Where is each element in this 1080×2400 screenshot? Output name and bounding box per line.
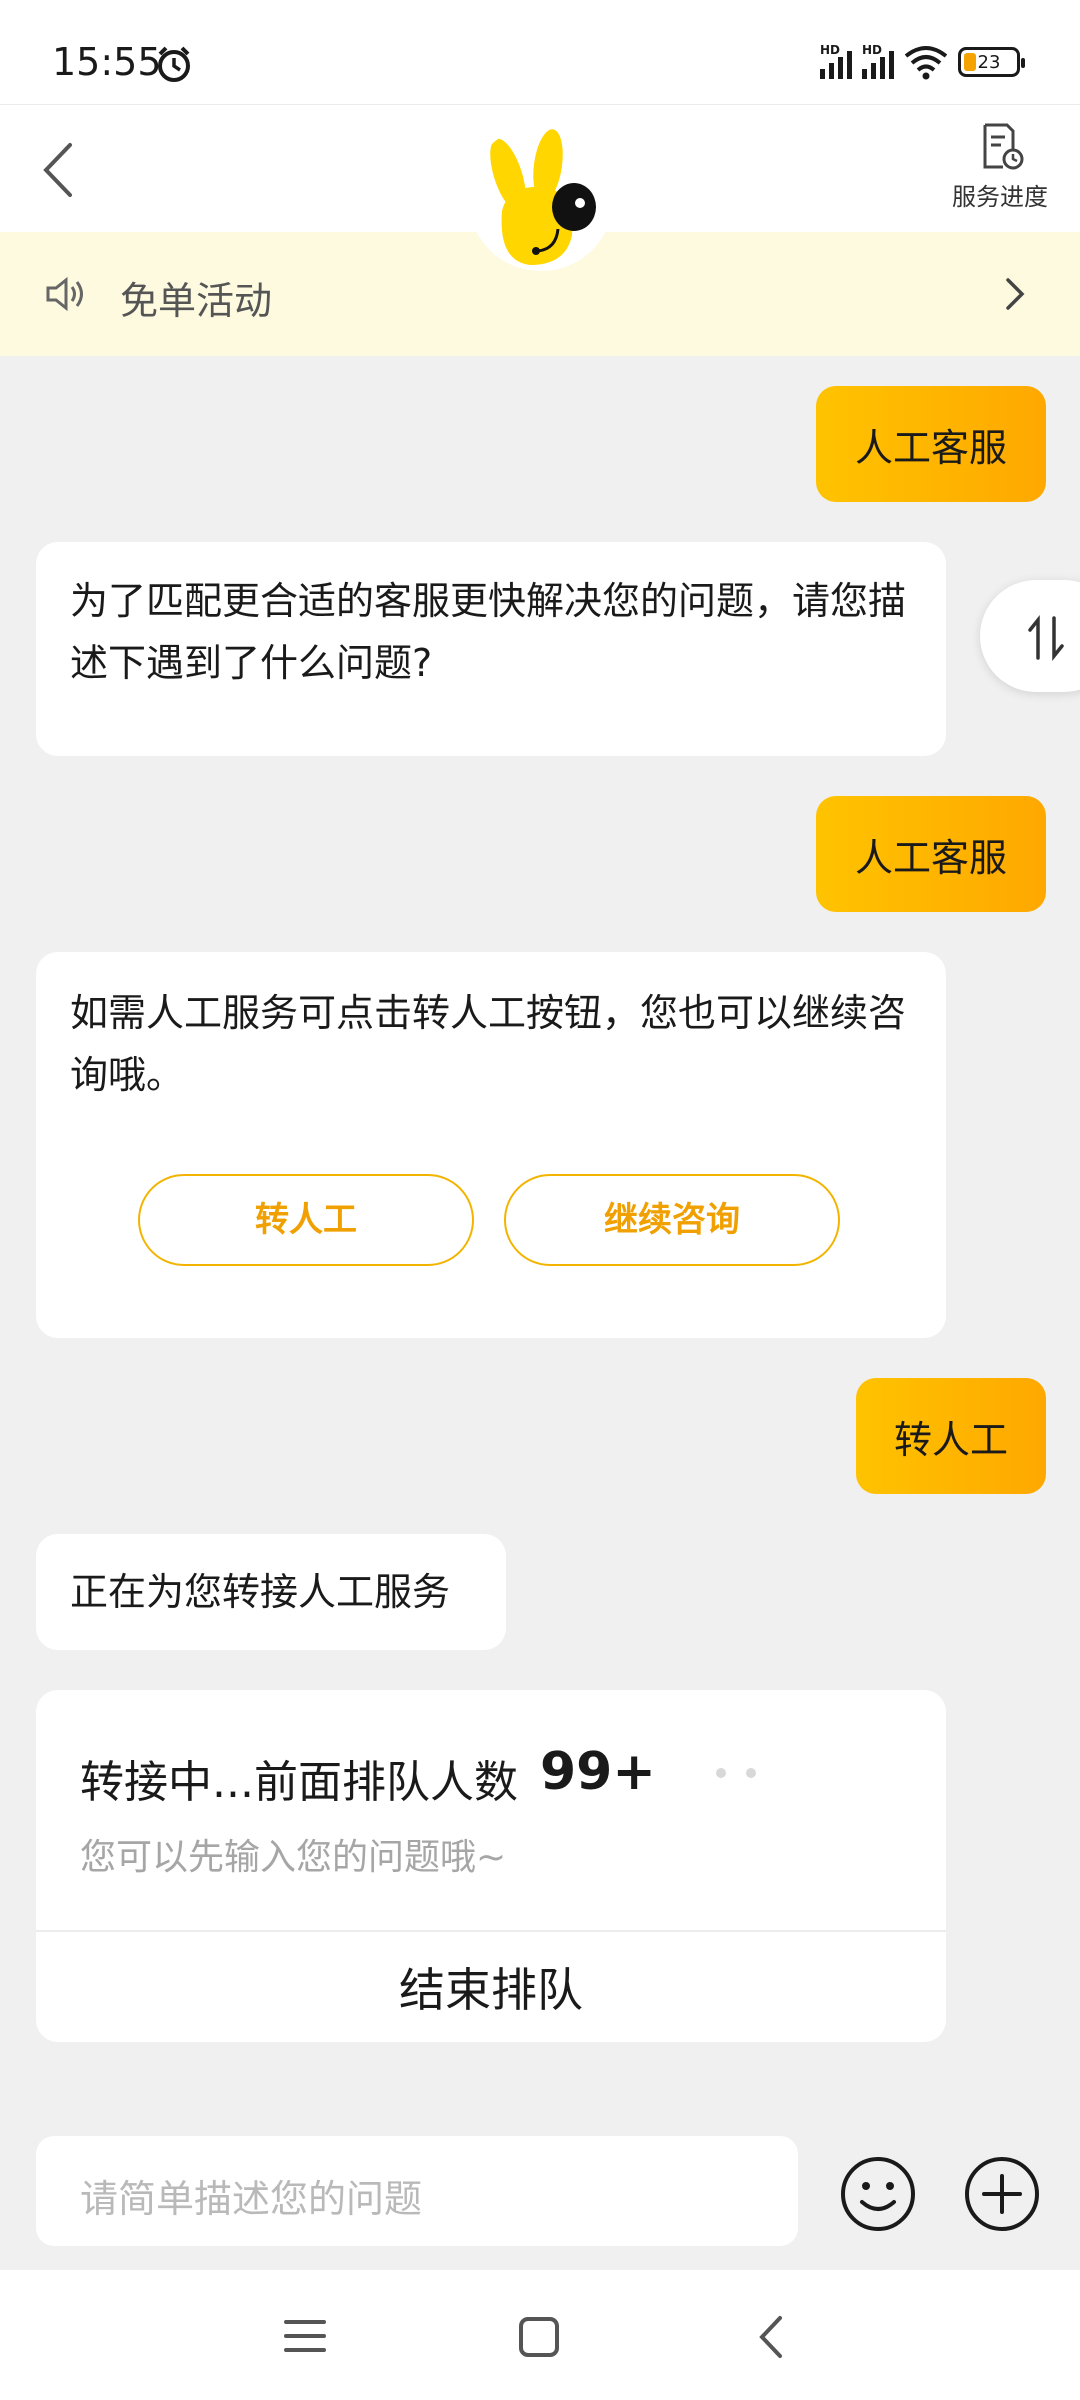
service-progress-button[interactable]: 服务进度 [940, 117, 1060, 227]
system-nav-bar [0, 2270, 1080, 2400]
plus-button[interactable] [962, 2154, 1042, 2234]
mascot-icon [490, 129, 596, 265]
back-nav-button[interactable] [752, 2314, 792, 2360]
message-input-bar: 请简单描述您的问题 [0, 2114, 1080, 2270]
service-progress-icon [983, 123, 1024, 170]
alarm-icon [158, 46, 190, 82]
chat-header: 服务进度 [0, 104, 1080, 271]
bot-message: 正在为您转接人工服务 [36, 1534, 506, 1650]
signal-icon: HD [820, 43, 852, 79]
bot-message: 为了匹配更合适的客服更快解决您的问题，请您描述下遇到了什么问题? [36, 542, 946, 756]
queue-title: 转接中...前面排队人数 [80, 1757, 518, 1808]
emoji-button[interactable] [838, 2154, 918, 2234]
chevron-right-icon [1006, 278, 1025, 310]
queue-status-card: 转接中...前面排队人数 99+ 您可以先输入您的问题哦~ 结束排队 [36, 1690, 946, 2042]
user-message: 人工客服 [816, 386, 1046, 502]
home-nav-button[interactable] [516, 2314, 562, 2360]
status-time: 15:55 [52, 40, 162, 84]
loading-dots-icon [716, 1768, 756, 1778]
status-bar: 15:55 HD HD 23 [0, 0, 1080, 104]
back-button[interactable] [30, 135, 90, 205]
swap-vertical-icon [1028, 615, 1064, 661]
bot-message-text: 为了匹配更合适的客服更快解决您的问题，请您描述下遇到了什么问题? [70, 579, 907, 685]
signal-icon: HD [862, 43, 894, 79]
status-icons: HD HD 23 [820, 43, 1025, 80]
speaker-icon [46, 276, 83, 312]
bot-message: 如需人工服务可点击转人工按钮，您也可以继续咨询哦。 转人工 继续咨询 [36, 952, 946, 1338]
bot-message-text: 如需人工服务可点击转人工按钮，您也可以继续咨询哦。 [70, 991, 907, 1097]
end-queue-button[interactable]: 结束排队 [36, 1930, 946, 2042]
queue-hint: 您可以先输入您的问题哦~ [80, 1837, 507, 1878]
scroll-toggle-button[interactable] [980, 580, 1080, 692]
transfer-agent-button[interactable]: 转人工 [138, 1174, 474, 1266]
bot-message-text: 正在为您转接人工服务 [70, 1570, 451, 1614]
promo-notice-text: 免单活动 [120, 279, 273, 323]
service-progress-label: 服务进度 [952, 183, 1048, 211]
continue-consult-button[interactable]: 继续咨询 [504, 1174, 840, 1266]
battery-icon: 23 [958, 47, 1025, 77]
user-message: 转人工 [856, 1378, 1046, 1494]
message-input[interactable]: 请简单描述您的问题 [36, 2136, 798, 2246]
queue-count: 99+ [540, 1742, 656, 1802]
wifi-icon [904, 46, 948, 80]
user-message: 人工客服 [816, 796, 1046, 912]
service-avatar [468, 125, 614, 271]
menu-nav-button[interactable] [282, 2314, 328, 2358]
